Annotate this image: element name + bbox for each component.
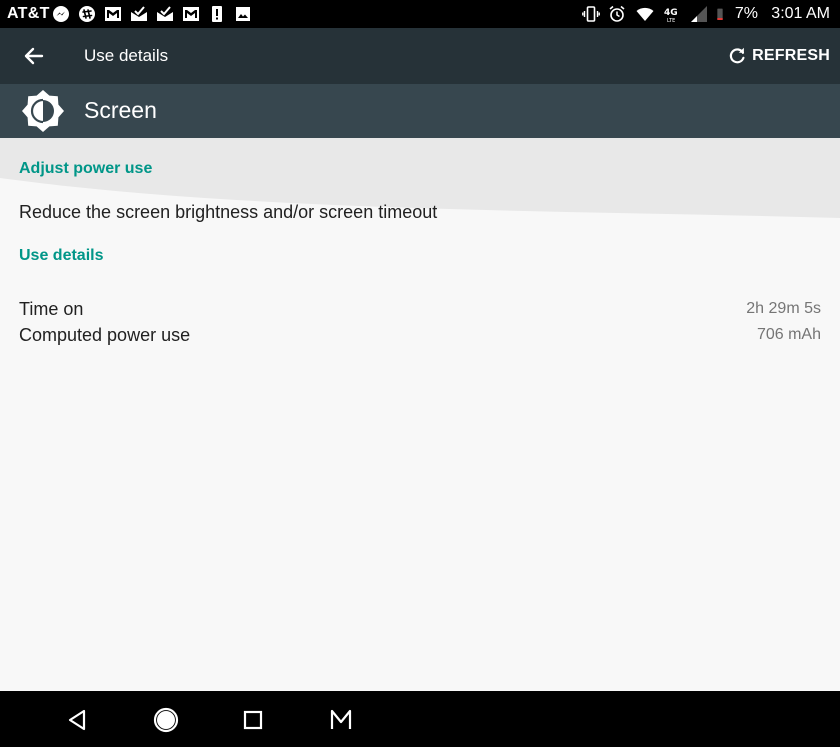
page-title: Use details xyxy=(84,46,169,65)
nav-m-button[interactable] xyxy=(326,705,356,735)
alert-icon xyxy=(212,6,222,22)
recents-icon xyxy=(243,710,263,730)
navigation-bar xyxy=(0,691,840,747)
messenger-icon xyxy=(53,6,69,22)
wifi-icon xyxy=(636,7,654,21)
alarm-icon xyxy=(609,5,625,22)
app-header: Screen xyxy=(0,84,840,138)
brightness-icon xyxy=(22,90,64,132)
arrow-left-icon xyxy=(24,47,44,65)
nav-back-button[interactable] xyxy=(63,705,93,735)
signal-icon xyxy=(691,6,707,22)
detail-label: Time on xyxy=(19,299,84,319)
clock: 3:01 AM xyxy=(771,5,830,22)
back-icon xyxy=(68,709,86,731)
system-icons: 4G LTE xyxy=(582,5,728,23)
app-name: Screen xyxy=(84,97,157,123)
home-icon xyxy=(153,707,179,733)
adjust-power-tip[interactable]: Reduce the screen brightness and/or scre… xyxy=(19,202,437,223)
image-icon xyxy=(236,7,250,21)
mail-check-icon xyxy=(157,6,173,21)
gmail-icon xyxy=(105,7,121,21)
vibrate-icon xyxy=(582,6,600,22)
adjust-power-heading: Adjust power use xyxy=(19,160,153,177)
mail-check-icon xyxy=(131,6,147,21)
lte-icon: 4G LTE xyxy=(664,8,678,23)
svg-text:4G: 4G xyxy=(664,8,678,18)
battery-low-icon xyxy=(717,8,723,20)
notification-icons xyxy=(52,5,252,23)
battery-percent: 7% xyxy=(734,5,758,22)
use-details-heading: Use details xyxy=(19,247,104,264)
refresh-label: REFRESH xyxy=(752,47,830,64)
svg-text:LTE: LTE xyxy=(667,18,675,23)
detail-label: Computed power use xyxy=(19,325,191,345)
back-button[interactable] xyxy=(18,40,50,72)
slack-icon xyxy=(79,6,95,22)
gmail-icon xyxy=(183,7,199,21)
status-bar: AT&T 4G LTE 7% 3:01 AM xyxy=(0,0,840,28)
app-bar: Use details REFRESH xyxy=(0,28,840,84)
detail-value: 2h 29m 5s xyxy=(746,300,821,317)
m-icon xyxy=(330,709,352,729)
detail-value: 706 mAh xyxy=(756,326,821,343)
nav-home-button[interactable] xyxy=(151,705,181,735)
nav-recents-button[interactable] xyxy=(238,705,268,735)
carrier-name: AT&T xyxy=(7,5,50,22)
refresh-button[interactable]: REFRESH xyxy=(726,42,830,70)
refresh-icon xyxy=(729,47,745,64)
